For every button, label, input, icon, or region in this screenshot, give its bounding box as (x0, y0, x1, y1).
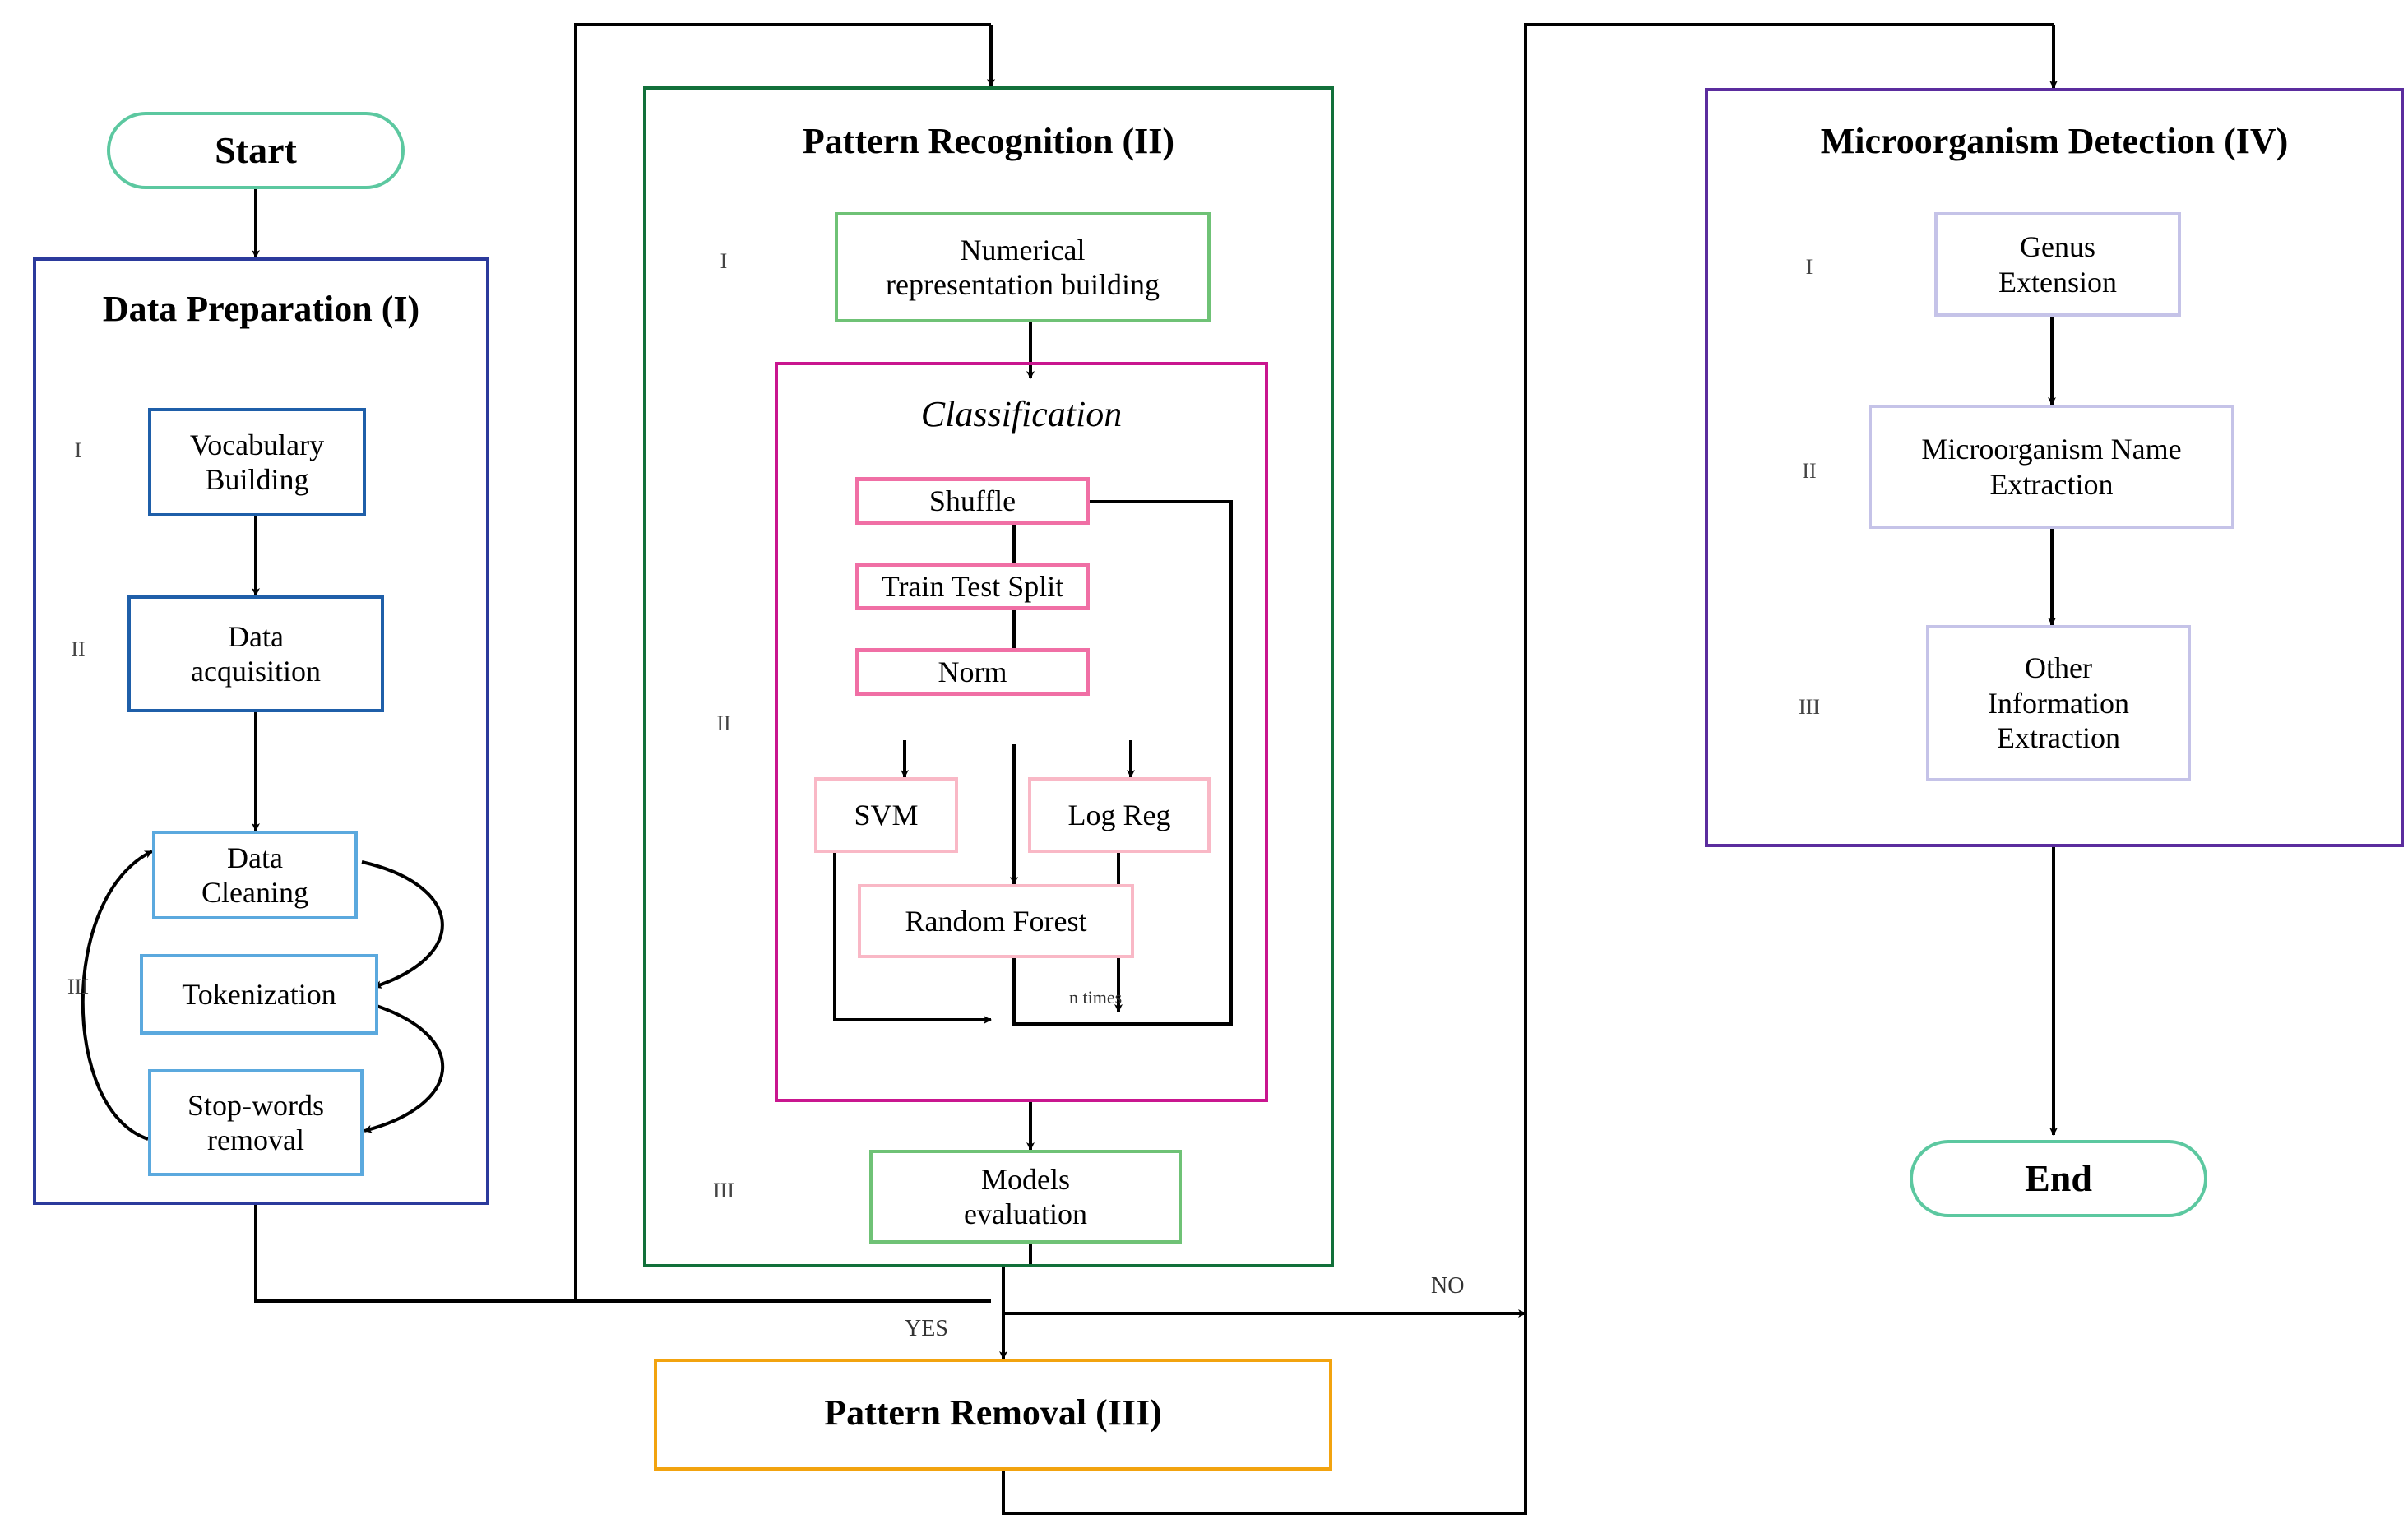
node-data-cleaning[interactable]: Data Cleaning (152, 831, 358, 919)
node-log-reg[interactable]: Log Reg (1028, 777, 1211, 853)
node-train-test-split[interactable]: Train Test Split (855, 563, 1090, 610)
node-norm[interactable]: Norm (855, 648, 1090, 696)
node-shuffle-label: Shuffle (928, 484, 1016, 517)
stage-data-preparation-title: Data Preparation (I) (102, 289, 420, 329)
flowchart-canvas: Start End Data Preparation (I) I II III … (0, 0, 2408, 1524)
no-branch-label: NO (1431, 1273, 1465, 1299)
node-tokenization-label: Tokenization (182, 977, 336, 1011)
stage-microorganism-detection-title: Microorganism Detection (IV) (1820, 121, 2289, 161)
node-vocabulary-building[interactable]: Vocabulary Building (148, 408, 366, 516)
classification-panel (775, 362, 1268, 1102)
loop-count-label: n times (1069, 987, 1123, 1008)
node-data-acquisition[interactable]: Data acquisition (127, 595, 384, 712)
node-svm[interactable]: SVM (814, 777, 958, 853)
node-norm-label: Norm (938, 655, 1007, 688)
node-genus-extension-label: Genus Extension (1998, 230, 2117, 299)
node-other-information-extraction-label: Other Information Extraction (1988, 651, 2129, 755)
stage1-numeral-iii: III (67, 975, 89, 998)
classification-title: Classification (920, 394, 1123, 434)
node-models-evaluation-label: Models evaluation (964, 1162, 1087, 1230)
node-models-evaluation[interactable]: Models evaluation (869, 1150, 1182, 1244)
node-microorganism-name-extraction-label: Microorganism Name Extraction (1921, 433, 2182, 501)
node-log-reg-label: Log Reg (1067, 798, 1171, 831)
node-random-forest[interactable]: Random Forest (858, 884, 1134, 958)
node-shuffle[interactable]: Shuffle (855, 477, 1090, 525)
node-svm-label: SVM (854, 798, 919, 831)
stage4-numeral-iii: III (1799, 695, 1820, 719)
node-data-cleaning-label: Data Cleaning (201, 841, 308, 909)
stage4-numeral-i: I (1805, 255, 1813, 279)
stage1-numeral-i: I (74, 438, 82, 462)
end-terminal[interactable]: End (1910, 1140, 2207, 1217)
node-other-information-extraction[interactable]: Other Information Extraction (1926, 625, 2191, 781)
stage-data-preparation (33, 257, 489, 1205)
stage4-numeral-ii: II (1802, 459, 1817, 483)
node-train-test-split-label: Train Test Split (881, 569, 1064, 603)
node-tokenization[interactable]: Tokenization (140, 954, 378, 1035)
node-stopwords-removal-label: Stop-words removal (187, 1088, 324, 1156)
stage2-numeral-i: I (720, 249, 728, 273)
node-microorganism-name-extraction[interactable]: Microorganism Name Extraction (1869, 405, 2234, 529)
node-stopwords-removal[interactable]: Stop-words removal (148, 1069, 364, 1176)
node-data-acquisition-label: Data acquisition (191, 619, 321, 688)
stage-pattern-removal-title: Pattern Removal (III) (824, 1392, 1162, 1433)
node-genus-extension[interactable]: Genus Extension (1934, 212, 2181, 317)
node-numerical-representation[interactable]: Numerical representation building (835, 212, 1211, 322)
node-vocabulary-building-label: Vocabulary Building (189, 428, 325, 496)
end-label: End (2025, 1156, 2092, 1199)
stage2-numeral-iii: III (713, 1179, 734, 1202)
node-numerical-representation-label: Numerical representation building (886, 233, 1160, 301)
yes-branch-label: YES (905, 1316, 948, 1341)
stage-pattern-recognition-title: Pattern Recognition (II) (802, 121, 1175, 161)
stage2-numeral-ii: II (716, 711, 731, 735)
start-terminal[interactable]: Start (107, 112, 405, 189)
stage1-numeral-ii: II (71, 637, 86, 661)
node-random-forest-label: Random Forest (905, 904, 1087, 938)
start-label: Start (215, 128, 297, 171)
